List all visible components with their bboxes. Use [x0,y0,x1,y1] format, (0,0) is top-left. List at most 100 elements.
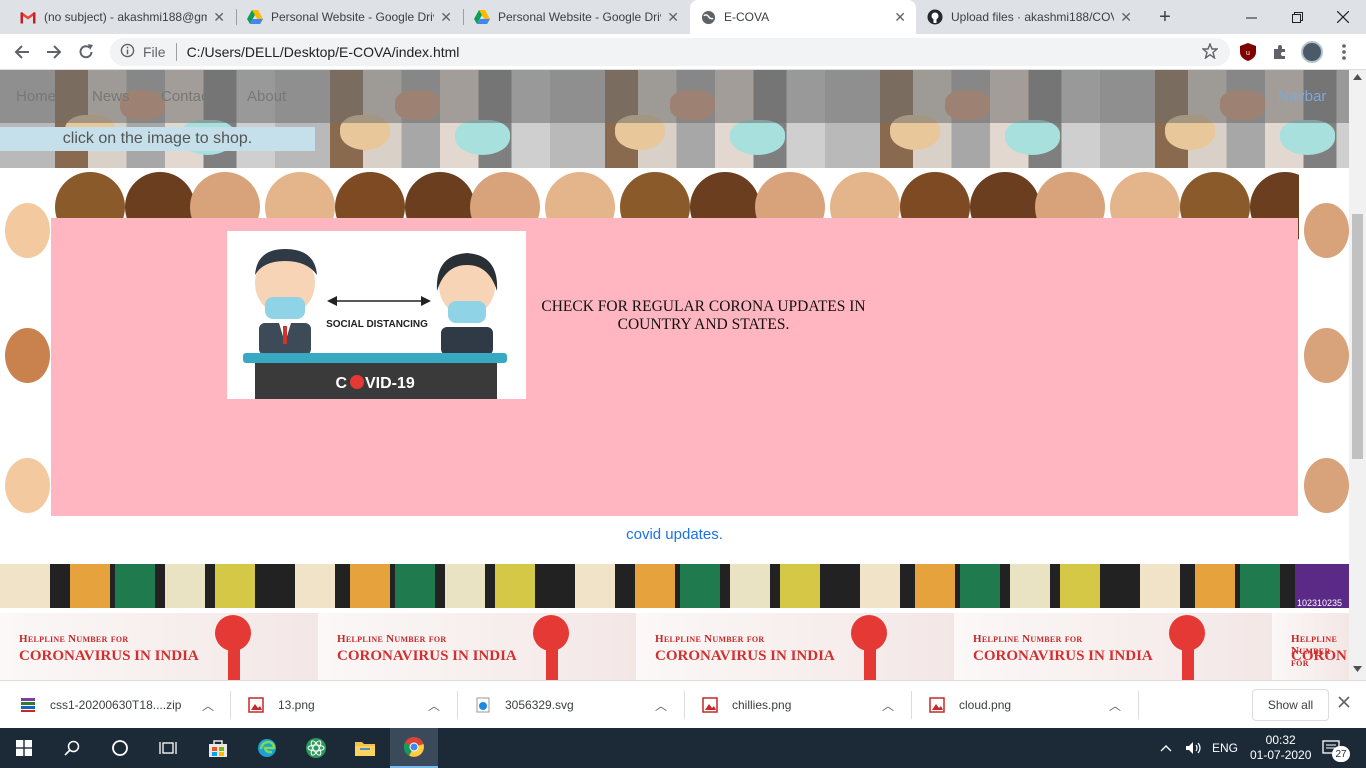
helpline-tile: Helpline Number for CORONAVIRUS IN INDIA [0,613,318,680]
chevron-up-icon[interactable]: ︿ [655,697,667,714]
download-shelf: css1-20200630T18....zip ︿ 13.png ︿ 30563… [0,680,1366,728]
card-body: SOCIAL DISTANCING C VID-19 CHECK FOR REG… [51,218,1298,516]
google-drive-icon [247,9,263,25]
person-illustration [5,203,50,258]
download-item[interactable]: 3056329.svg ︿ [475,681,685,729]
minimize-button[interactable] [1228,0,1274,34]
forward-button[interactable] [40,38,68,66]
page-scrollbar[interactable] [1349,70,1366,680]
nav-brand-link[interactable]: Navbar [1278,88,1326,105]
helpline-label: Helpline Number for [337,633,447,645]
close-tab-icon[interactable]: ✕ [667,9,679,26]
gmail-icon [20,9,36,25]
download-item[interactable]: 13.png ︿ [248,681,458,729]
profile-avatar-button[interactable] [1298,38,1326,66]
nav-contact-link[interactable]: Contact [161,88,213,105]
edge-icon [258,739,276,757]
notification-count-badge: 27 [1332,746,1350,762]
language-indicator[interactable]: ENG [1212,728,1238,768]
download-item[interactable]: chillies.png ︿ [702,681,912,729]
address-divider [175,43,177,61]
windows-logo-icon [16,740,32,756]
helpline-banner: Helpline Number for CORONAVIRUS IN INDIA… [0,613,1349,680]
start-button[interactable] [0,728,48,768]
back-button[interactable] [8,38,36,66]
image-icon [929,697,945,713]
download-filename: 13.png [278,698,315,712]
tab-title: E-COVA [724,10,770,24]
chevron-up-icon[interactable]: ︿ [1109,697,1121,714]
chevron-up-icon[interactable]: ︿ [202,697,214,714]
person-illustration [5,458,50,513]
plus-icon: + [1159,5,1171,28]
globe-icon [700,9,716,25]
volume-button[interactable] [1185,728,1203,768]
new-tab-button[interactable]: + [1148,0,1182,34]
task-view-button[interactable] [144,728,192,768]
file-explorer-button[interactable] [341,728,389,768]
info-icon[interactable] [120,43,135,61]
close-window-button[interactable] [1320,0,1366,34]
shelf-divider [230,691,231,719]
nav-news-link[interactable]: News [92,88,130,105]
address-bar[interactable]: File C:/Users/DELL/Desktop/E-COVA/index.… [110,38,1230,66]
ublock-shield-icon: u [1240,43,1256,61]
extensions-button[interactable] [1266,38,1294,66]
close-tab-icon[interactable]: ✕ [1120,9,1132,26]
show-all-downloads-button[interactable]: Show all [1252,689,1329,721]
people-illustration-banner-bottom: 102310235 [0,564,1349,608]
helpline-tile: Helpline Number for CORONAVIRUS IN INDIA [954,613,1272,680]
social-distancing-image[interactable]: SOCIAL DISTANCING C VID-19 [227,231,526,399]
reload-icon [79,44,93,59]
image-title-suffix: VID-19 [365,375,415,392]
masked-faces-banner[interactable]: Home News Contact About Navbar click on … [0,70,1349,168]
github-icon [927,9,943,25]
phone-receiver-icon [215,615,251,651]
close-tab-icon[interactable]: ✕ [213,9,225,26]
shelf-divider [1138,691,1139,719]
card-description: CHECK FOR REGULAR CORONA UPDATES IN COUN… [541,298,866,333]
scroll-up-icon[interactable] [1353,74,1362,80]
ublock-extension-button[interactable]: u [1234,38,1262,66]
tab-gmail[interactable]: (no subject) - akashmi188@gm ✕ [10,0,235,34]
person-illustration [1304,203,1349,258]
notifications-button[interactable]: 27 [1322,728,1350,768]
edge-app-button[interactable] [243,728,291,768]
show-hidden-icons-button[interactable] [1160,728,1172,768]
close-tab-icon[interactable]: ✕ [894,9,906,26]
bookmark-star-icon[interactable] [1201,41,1219,62]
close-shelf-button[interactable] [1338,695,1350,713]
tab-github[interactable]: Upload files · akashmi188/COV ✕ [917,0,1142,34]
chrome-icon [403,737,424,757]
tab-drive-2[interactable]: Personal Website - Google Driv ✕ [464,0,689,34]
download-item[interactable]: cloud.png ︿ [929,681,1139,729]
helpline-tile: Helpline Number for CORONAVIRUS IN INDIA [636,613,954,680]
helpline-label: Helpline Number for [655,633,765,645]
tab-title: Upload files · akashmi188/COV [951,10,1115,24]
cortana-button[interactable] [96,728,144,768]
download-item[interactable]: css1-20200630T18....zip ︿ [20,681,230,729]
restore-button[interactable] [1274,0,1320,34]
chrome-app-button[interactable] [390,728,438,768]
browser-toolbar: File C:/Users/DELL/Desktop/E-COVA/index.… [0,34,1366,70]
chevron-up-icon[interactable]: ︿ [882,697,894,714]
atom-app-button[interactable] [292,728,340,768]
zip-icon [20,697,36,713]
scroll-thumb[interactable] [1352,214,1363,459]
tab-e-cova[interactable]: E-COVA ✕ [690,0,916,34]
tab-drive-1[interactable]: Personal Website - Google Driv ✕ [237,0,462,34]
scroll-down-icon[interactable] [1353,666,1362,672]
browser-menu-button[interactable] [1330,38,1358,66]
covid-updates-link[interactable]: covid updates. [51,526,1298,543]
nav-home-link[interactable]: Home [16,88,56,105]
download-filename: chillies.png [732,698,792,712]
clock[interactable]: 00:32 01-07-2020 [1250,728,1311,768]
nav-about-link[interactable]: About [247,88,286,105]
store-app-button[interactable] [194,728,242,768]
image-icon [702,697,718,713]
search-button[interactable] [48,728,96,768]
reload-button[interactable] [72,38,100,66]
restore-icon [1291,11,1303,23]
chevron-up-icon[interactable]: ︿ [428,697,440,714]
close-tab-icon[interactable]: ✕ [440,9,452,26]
